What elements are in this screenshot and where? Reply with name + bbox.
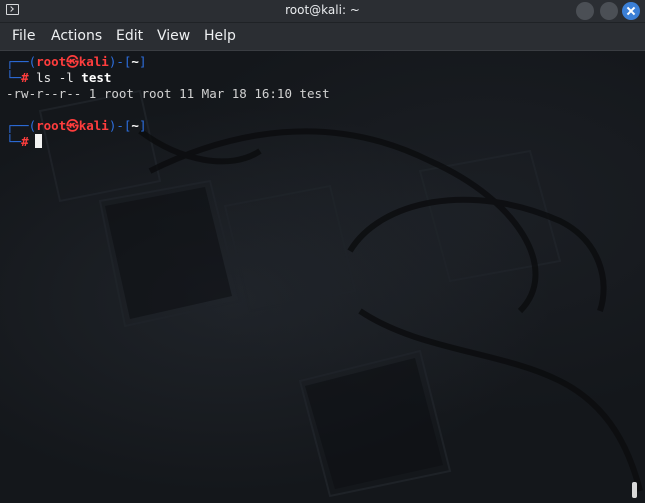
window-title: root@kali: ~ [285,3,360,17]
command-argument: test [81,70,112,85]
prompt-at-symbol: ㉿ [66,54,79,69]
minimize-button[interactable] [576,2,594,20]
menu-view[interactable]: View [157,28,190,44]
title-bar[interactable]: root@kali: ~ [0,0,645,23]
prompt-directory: ~ [131,118,139,133]
menu-bar: File Actions Edit View Help [0,23,645,51]
text-cursor [34,134,42,148]
command-output: -rw-r--r-- 1 root root 11 Mar 18 16:10 t… [6,86,330,101]
menu-actions[interactable]: Actions [51,28,102,44]
prompt-hash: # [21,70,29,85]
command-text: ls -l [36,70,74,85]
prompt-user: root [36,54,67,69]
prompt-user: root [36,118,67,133]
close-button[interactable] [622,2,640,20]
prompt-frame-end: ] [138,118,147,133]
prompt-hash: # [21,134,29,149]
prompt-frame-corner: └─ [6,70,22,85]
menu-file[interactable]: File [12,28,35,44]
prompt-line: ┌──(root㉿kali)-[~] [6,118,146,134]
scrollbar-handle[interactable] [632,482,637,498]
terminal-window: root@kali: ~ File Actions Edit View Help [0,0,645,503]
prompt-frame-end: ] [138,54,147,69]
prompt-frame-corner: ┌──( [6,118,37,133]
terminal-output-area[interactable]: ┌──(root㉿kali)-[~] └─# ls -l test -rw-r-… [0,51,645,503]
prompt-frame-corner: ┌──( [6,54,37,69]
menu-edit[interactable]: Edit [116,28,143,44]
maximize-button[interactable] [600,2,618,20]
command-line: └─# ls -l test [6,70,111,86]
prompt-directory: ~ [131,54,139,69]
prompt-line: ┌──(root㉿kali)-[~] [6,54,146,70]
prompt-frame-corner: └─ [6,134,22,149]
prompt-host: kali [78,54,109,69]
menu-help[interactable]: Help [204,28,236,44]
command-line[interactable]: └─# [6,134,42,150]
prompt-host: kali [78,118,109,133]
prompt-at-symbol: ㉿ [66,118,79,133]
prompt-frame-mid: )-[ [108,54,132,69]
prompt-frame-mid: )-[ [108,118,132,133]
